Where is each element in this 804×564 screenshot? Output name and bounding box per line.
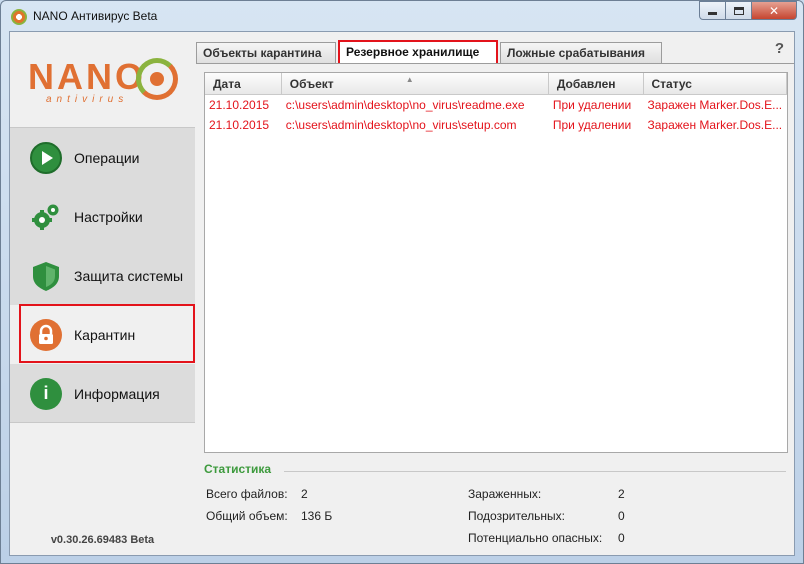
potentially-dangerous-value: 0 [618,531,625,545]
app-icon [11,9,27,25]
sidebar-item-settings[interactable]: Настройки [10,187,195,246]
sidebar-item-operations[interactable]: Операции [10,128,195,187]
logo-subtitle: antivirus [46,94,129,105]
cell-status: Заражен Marker.Dos.E... [647,118,783,132]
tab-false-positives[interactable]: Ложные срабатывания [500,42,662,64]
tab-panel: Дата Объект ▲ Добавлен Статус 21.10.2015 … [196,63,794,555]
nano-logo: NANO antivirus [28,56,183,108]
title-bar[interactable]: NANO Антивирус Beta ✕ [1,1,803,31]
cell-object: c:\users\admin\desktop\no_virus\readme.e… [285,98,525,112]
sidebar: NANO antivirus Операции Настройки Защита… [10,32,195,555]
shield-icon [30,260,62,292]
statistics-title: Статистика [204,462,272,476]
sort-up-icon: ▲ [405,75,414,84]
potentially-dangerous-label: Потенциально опасных: [468,531,603,545]
table-row[interactable]: 21.10.2015 c:\users\admin\desktop\no_vir… [205,115,787,135]
tab-backup-storage[interactable]: Резервное хранилище [338,40,498,65]
sidebar-item-information[interactable]: i Информация [10,364,195,423]
total-files-value: 2 [301,487,308,501]
column-header-added[interactable]: Добавлен [549,73,644,95]
close-icon: ✕ [768,3,780,18]
gear-icon [30,201,62,233]
sidebar-item-label: Защита системы [74,267,184,284]
logo-ring-icon [136,58,178,100]
maximize-button[interactable] [726,1,752,20]
total-files-label: Всего файлов: [206,487,288,501]
close-button[interactable]: ✕ [752,1,797,20]
table-row[interactable]: 21.10.2015 c:\users\admin\desktop\no_vir… [205,95,787,115]
suspicious-value: 0 [618,509,625,523]
window-title: NANO Антивирус Beta [33,9,158,23]
column-header-object[interactable]: Объект ▲ [282,73,549,95]
maximize-icon [733,6,744,15]
tab-quarantine-objects[interactable]: Объекты карантина [196,42,336,64]
play-icon [30,141,62,174]
column-header-status[interactable]: Статус [644,73,787,95]
infected-label: Зараженных: [468,487,542,501]
suspicious-label: Подозрительных: [468,509,565,523]
client-area: NANO antivirus Операции Настройки Защита… [9,31,795,556]
column-header-object-label: Объект [289,77,334,91]
minimize-button[interactable] [699,1,726,20]
sidebar-nav: Операции Настройки Защита системы Карант… [10,127,195,423]
table-header: Дата Объект ▲ Добавлен Статус [205,73,787,95]
sidebar-item-system-protection[interactable]: Защита системы [10,246,195,305]
help-button[interactable]: ? [775,40,784,57]
version-label: v0.30.26.69483 Beta [50,534,155,546]
cell-date: 21.10.2015 [209,98,270,112]
cell-status: Заражен Marker.Dos.E... [647,98,783,112]
cell-date: 21.10.2015 [209,118,270,132]
total-size-value: 136 Б [301,509,333,523]
sidebar-item-label: Информация [74,385,160,402]
logo-brand: NANO [28,56,146,97]
app-window: NANO Антивирус Beta ✕ NANO antivirus Опе… [0,0,804,564]
backup-table[interactable]: Дата Объект ▲ Добавлен Статус 21.10.2015 … [204,72,788,453]
info-icon: i [30,377,62,410]
sidebar-item-label: Настройки [74,208,143,225]
cell-object: c:\users\admin\desktop\no_virus\setup.co… [285,118,517,132]
infected-value: 2 [618,487,625,501]
column-header-date[interactable]: Дата [205,73,282,95]
window-controls: ✕ [699,1,797,20]
total-size-label: Общий объем: [206,509,288,523]
quarantine-highlight [19,304,195,363]
main-panel: Объекты карантина Резервное хранилище Ло… [196,32,794,555]
cell-added: При удалении [552,98,632,112]
minimize-icon [708,12,717,15]
cell-added: При удалении [552,118,632,132]
statistics-divider [284,471,786,472]
sidebar-item-label: Операции [74,149,140,166]
